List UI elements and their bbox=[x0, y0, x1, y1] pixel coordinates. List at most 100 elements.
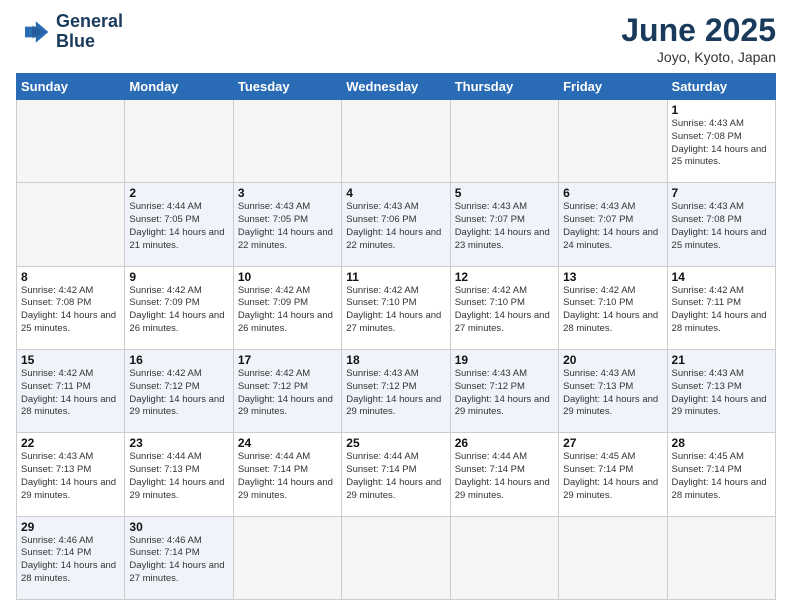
col-header-thursday: Thursday bbox=[450, 74, 558, 100]
calendar-cell: 1Sunrise: 4:43 AMSunset: 7:08 PMDaylight… bbox=[667, 100, 775, 183]
day-info: Sunrise: 4:44 AMSunset: 7:14 PMDaylight:… bbox=[238, 451, 337, 502]
day-info: Sunrise: 4:45 AMSunset: 7:14 PMDaylight:… bbox=[672, 451, 771, 502]
calendar-cell: 6Sunrise: 4:43 AMSunset: 7:07 PMDaylight… bbox=[559, 183, 667, 266]
calendar-cell bbox=[450, 100, 558, 183]
day-number: 15 bbox=[21, 353, 120, 367]
calendar-week-6: 29Sunrise: 4:46 AMSunset: 7:14 PMDayligh… bbox=[17, 516, 776, 599]
day-number: 23 bbox=[129, 436, 228, 450]
day-info: Sunrise: 4:42 AMSunset: 7:09 PMDaylight:… bbox=[129, 285, 228, 336]
calendar-cell: 19Sunrise: 4:43 AMSunset: 7:12 PMDayligh… bbox=[450, 349, 558, 432]
day-info: Sunrise: 4:42 AMSunset: 7:08 PMDaylight:… bbox=[21, 285, 120, 336]
day-info: Sunrise: 4:42 AMSunset: 7:10 PMDaylight:… bbox=[346, 285, 445, 336]
calendar-cell: 22Sunrise: 4:43 AMSunset: 7:13 PMDayligh… bbox=[17, 433, 125, 516]
day-number: 24 bbox=[238, 436, 337, 450]
day-info: Sunrise: 4:43 AMSunset: 7:13 PMDaylight:… bbox=[563, 368, 662, 419]
calendar-cell bbox=[342, 100, 450, 183]
day-number: 4 bbox=[346, 186, 445, 200]
day-info: Sunrise: 4:46 AMSunset: 7:14 PMDaylight:… bbox=[21, 535, 120, 586]
calendar-cell: 15Sunrise: 4:42 AMSunset: 7:11 PMDayligh… bbox=[17, 349, 125, 432]
calendar-cell: 27Sunrise: 4:45 AMSunset: 7:14 PMDayligh… bbox=[559, 433, 667, 516]
calendar-cell: 3Sunrise: 4:43 AMSunset: 7:05 PMDaylight… bbox=[233, 183, 341, 266]
col-header-wednesday: Wednesday bbox=[342, 74, 450, 100]
day-number: 22 bbox=[21, 436, 120, 450]
calendar-cell bbox=[17, 100, 125, 183]
day-info: Sunrise: 4:43 AMSunset: 7:12 PMDaylight:… bbox=[455, 368, 554, 419]
calendar-cell: 28Sunrise: 4:45 AMSunset: 7:14 PMDayligh… bbox=[667, 433, 775, 516]
day-info: Sunrise: 4:43 AMSunset: 7:13 PMDaylight:… bbox=[21, 451, 120, 502]
day-info: Sunrise: 4:42 AMSunset: 7:09 PMDaylight:… bbox=[238, 285, 337, 336]
col-header-saturday: Saturday bbox=[667, 74, 775, 100]
calendar-cell: 23Sunrise: 4:44 AMSunset: 7:13 PMDayligh… bbox=[125, 433, 233, 516]
logo-icon bbox=[16, 14, 52, 50]
day-info: Sunrise: 4:44 AMSunset: 7:14 PMDaylight:… bbox=[346, 451, 445, 502]
day-number: 28 bbox=[672, 436, 771, 450]
day-info: Sunrise: 4:43 AMSunset: 7:07 PMDaylight:… bbox=[455, 201, 554, 252]
calendar-cell: 13Sunrise: 4:42 AMSunset: 7:10 PMDayligh… bbox=[559, 266, 667, 349]
day-number: 12 bbox=[455, 270, 554, 284]
calendar-cell: 20Sunrise: 4:43 AMSunset: 7:13 PMDayligh… bbox=[559, 349, 667, 432]
calendar-week-2: 2Sunrise: 4:44 AMSunset: 7:05 PMDaylight… bbox=[17, 183, 776, 266]
day-info: Sunrise: 4:42 AMSunset: 7:11 PMDaylight:… bbox=[21, 368, 120, 419]
day-number: 17 bbox=[238, 353, 337, 367]
day-info: Sunrise: 4:43 AMSunset: 7:05 PMDaylight:… bbox=[238, 201, 337, 252]
calendar-cell bbox=[559, 516, 667, 599]
col-header-friday: Friday bbox=[559, 74, 667, 100]
day-number: 5 bbox=[455, 186, 554, 200]
calendar-cell: 4Sunrise: 4:43 AMSunset: 7:06 PMDaylight… bbox=[342, 183, 450, 266]
calendar-cell bbox=[450, 516, 558, 599]
day-info: Sunrise: 4:43 AMSunset: 7:08 PMDaylight:… bbox=[672, 201, 771, 252]
calendar-cell: 16Sunrise: 4:42 AMSunset: 7:12 PMDayligh… bbox=[125, 349, 233, 432]
day-number: 19 bbox=[455, 353, 554, 367]
day-number: 29 bbox=[21, 520, 120, 534]
location: Joyo, Kyoto, Japan bbox=[621, 49, 776, 65]
calendar-cell bbox=[17, 183, 125, 266]
day-number: 21 bbox=[672, 353, 771, 367]
col-header-sunday: Sunday bbox=[17, 74, 125, 100]
calendar-cell bbox=[667, 516, 775, 599]
calendar-cell bbox=[233, 516, 341, 599]
calendar-cell bbox=[125, 100, 233, 183]
day-info: Sunrise: 4:42 AMSunset: 7:11 PMDaylight:… bbox=[672, 285, 771, 336]
day-number: 14 bbox=[672, 270, 771, 284]
day-info: Sunrise: 4:45 AMSunset: 7:14 PMDaylight:… bbox=[563, 451, 662, 502]
day-number: 20 bbox=[563, 353, 662, 367]
calendar-week-5: 22Sunrise: 4:43 AMSunset: 7:13 PMDayligh… bbox=[17, 433, 776, 516]
day-info: Sunrise: 4:46 AMSunset: 7:14 PMDaylight:… bbox=[129, 535, 228, 586]
calendar-cell: 5Sunrise: 4:43 AMSunset: 7:07 PMDaylight… bbox=[450, 183, 558, 266]
calendar-cell: 12Sunrise: 4:42 AMSunset: 7:10 PMDayligh… bbox=[450, 266, 558, 349]
calendar-cell: 25Sunrise: 4:44 AMSunset: 7:14 PMDayligh… bbox=[342, 433, 450, 516]
day-number: 8 bbox=[21, 270, 120, 284]
day-number: 9 bbox=[129, 270, 228, 284]
calendar-cell: 7Sunrise: 4:43 AMSunset: 7:08 PMDaylight… bbox=[667, 183, 775, 266]
day-number: 2 bbox=[129, 186, 228, 200]
day-number: 10 bbox=[238, 270, 337, 284]
day-number: 6 bbox=[563, 186, 662, 200]
day-info: Sunrise: 4:42 AMSunset: 7:10 PMDaylight:… bbox=[455, 285, 554, 336]
calendar-cell: 29Sunrise: 4:46 AMSunset: 7:14 PMDayligh… bbox=[17, 516, 125, 599]
calendar-cell bbox=[559, 100, 667, 183]
day-info: Sunrise: 4:44 AMSunset: 7:13 PMDaylight:… bbox=[129, 451, 228, 502]
calendar-cell bbox=[233, 100, 341, 183]
day-number: 25 bbox=[346, 436, 445, 450]
calendar-cell: 8Sunrise: 4:42 AMSunset: 7:08 PMDaylight… bbox=[17, 266, 125, 349]
day-info: Sunrise: 4:42 AMSunset: 7:12 PMDaylight:… bbox=[129, 368, 228, 419]
day-info: Sunrise: 4:42 AMSunset: 7:10 PMDaylight:… bbox=[563, 285, 662, 336]
day-info: Sunrise: 4:43 AMSunset: 7:12 PMDaylight:… bbox=[346, 368, 445, 419]
day-number: 18 bbox=[346, 353, 445, 367]
calendar-cell: 10Sunrise: 4:42 AMSunset: 7:09 PMDayligh… bbox=[233, 266, 341, 349]
header: General Blue June 2025 Joyo, Kyoto, Japa… bbox=[16, 12, 776, 65]
calendar-week-1: 1Sunrise: 4:43 AMSunset: 7:08 PMDaylight… bbox=[17, 100, 776, 183]
day-info: Sunrise: 4:44 AMSunset: 7:14 PMDaylight:… bbox=[455, 451, 554, 502]
title-block: June 2025 Joyo, Kyoto, Japan bbox=[621, 12, 776, 65]
day-number: 13 bbox=[563, 270, 662, 284]
logo: General Blue bbox=[16, 12, 123, 52]
calendar-cell: 17Sunrise: 4:42 AMSunset: 7:12 PMDayligh… bbox=[233, 349, 341, 432]
page: General Blue June 2025 Joyo, Kyoto, Japa… bbox=[0, 0, 792, 612]
calendar-cell: 18Sunrise: 4:43 AMSunset: 7:12 PMDayligh… bbox=[342, 349, 450, 432]
calendar-table: SundayMondayTuesdayWednesdayThursdayFrid… bbox=[16, 73, 776, 600]
day-number: 1 bbox=[672, 103, 771, 117]
calendar-cell: 24Sunrise: 4:44 AMSunset: 7:14 PMDayligh… bbox=[233, 433, 341, 516]
calendar-cell: 11Sunrise: 4:42 AMSunset: 7:10 PMDayligh… bbox=[342, 266, 450, 349]
calendar-cell: 2Sunrise: 4:44 AMSunset: 7:05 PMDaylight… bbox=[125, 183, 233, 266]
day-info: Sunrise: 4:43 AMSunset: 7:06 PMDaylight:… bbox=[346, 201, 445, 252]
